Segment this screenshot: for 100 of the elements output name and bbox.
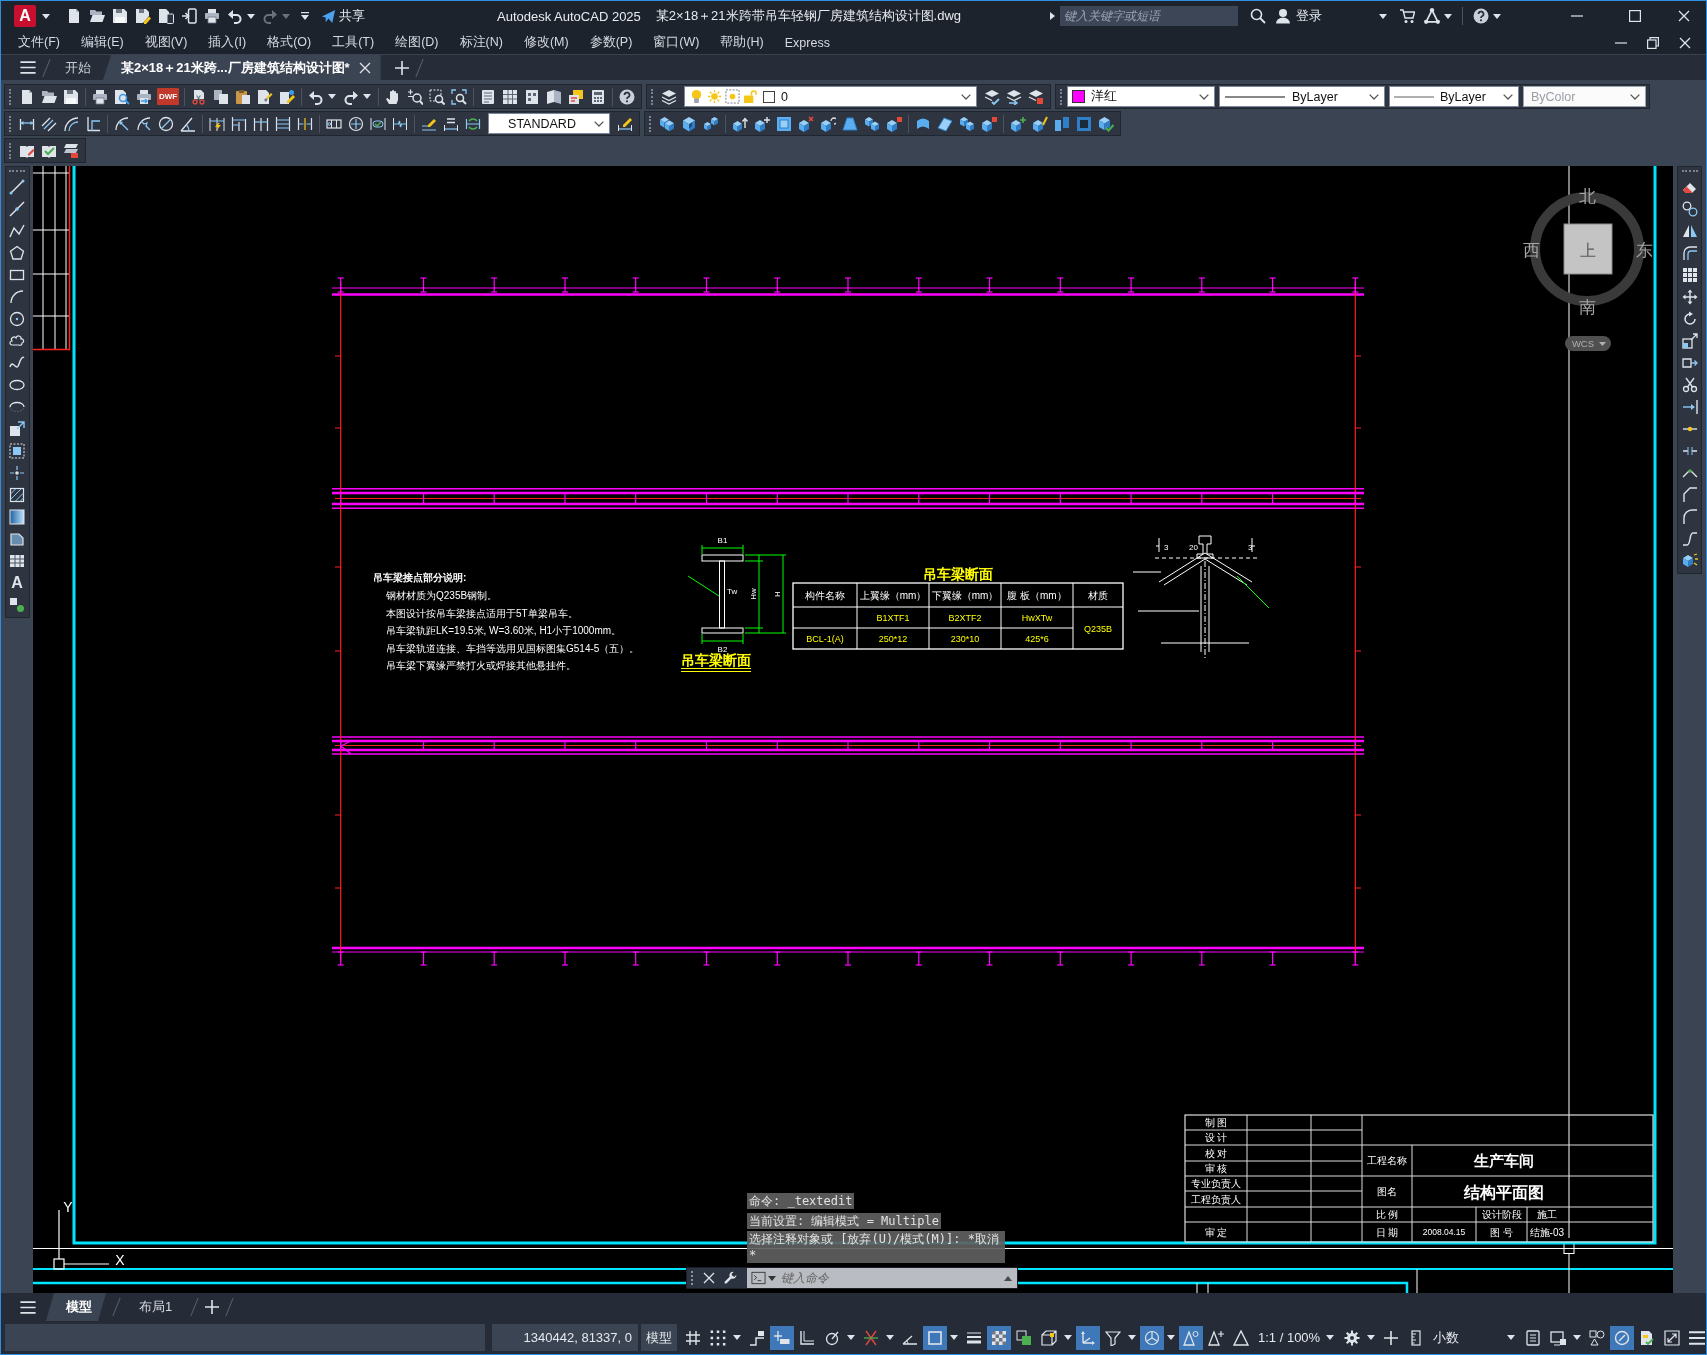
baseline-dimension-icon[interactable] — [231, 115, 247, 132]
circular-arrow-icon[interactable] — [1681, 311, 1698, 327]
toolbar-grip[interactable] — [691, 1271, 694, 1285]
share-button[interactable]: 共享 — [321, 7, 365, 25]
construction-line-icon[interactable] — [9, 201, 25, 217]
command-prompt-icon[interactable] — [751, 1271, 766, 1285]
split-blocks-icon[interactable] — [1054, 115, 1070, 132]
linetype-dropdown[interactable]: ByLayer — [1219, 86, 1385, 107]
annotation-scale-dropdown[interactable]: 1:1 / 100% — [1253, 1325, 1340, 1350]
cloud-icon[interactable] — [9, 333, 25, 349]
connected-nodes-icon[interactable] — [1424, 8, 1440, 24]
brush-document-icon[interactable] — [257, 88, 273, 105]
notched-cube-icon[interactable] — [681, 115, 697, 132]
stacked-cubes-icon[interactable] — [864, 115, 880, 132]
four-arrows-icon[interactable] — [1681, 289, 1698, 305]
phone-arrow-icon[interactable] — [180, 8, 197, 24]
plus-icon[interactable] — [205, 1300, 220, 1314]
search-field[interactable]: 键入关键字或短语 — [1060, 6, 1238, 26]
caret-icon[interactable] — [1167, 1335, 1175, 1340]
document-phone-icon[interactable] — [157, 8, 174, 24]
dynamic-input-toggle[interactable] — [769, 1325, 794, 1350]
spline-curve-icon[interactable] — [9, 355, 25, 371]
undo-icon[interactable] — [308, 88, 324, 105]
color-dropdown[interactable]: 洋红 — [1067, 86, 1215, 107]
stacked-cubes-icon[interactable] — [959, 115, 975, 132]
caret-icon[interactable] — [328, 94, 336, 99]
cube-cross-icon[interactable] — [798, 115, 814, 132]
app-menu-button[interactable]: A — [14, 5, 36, 27]
search-icon[interactable] — [1250, 8, 1266, 24]
caret-icon[interactable] — [1379, 13, 1387, 19]
caret-icon[interactable] — [1367, 1335, 1376, 1340]
pentagon-icon[interactable] — [9, 245, 25, 261]
markup-icon[interactable] — [568, 88, 584, 105]
dimension-style-dropdown[interactable]: STANDARD — [488, 113, 610, 134]
maximize-icon[interactable] — [1629, 10, 1641, 22]
caret-icon[interactable] — [733, 1335, 741, 1340]
stretch-icon[interactable] — [1681, 355, 1698, 371]
caret-icon[interactable] — [1050, 12, 1055, 20]
caret-icon[interactable] — [847, 1335, 855, 1340]
cube-plus-icon[interactable] — [754, 115, 770, 132]
center-mark-icon[interactable] — [348, 115, 364, 132]
printer-icon[interactable] — [203, 8, 220, 24]
compass-label[interactable]: 南 — [1578, 298, 1596, 317]
tilted-face-icon[interactable] — [937, 115, 953, 132]
nested-squares-icon[interactable] — [776, 115, 792, 132]
region-icon[interactable] — [9, 531, 25, 547]
document-icon[interactable] — [19, 88, 35, 105]
line-to-wall-icon[interactable] — [1681, 399, 1698, 415]
scissors-document-icon[interactable] — [191, 88, 207, 105]
toolbar-grip[interactable] — [9, 88, 12, 105]
layers-document-icon[interactable] — [1028, 88, 1044, 105]
arc-dimension-icon[interactable] — [63, 115, 79, 132]
close-icon[interactable] — [1679, 36, 1691, 49]
compass-label[interactable]: 西 — [1522, 241, 1540, 260]
resize-squares-icon[interactable] — [1681, 333, 1698, 349]
toolbar-grip[interactable] — [649, 115, 652, 132]
printer-arrow-icon[interactable] — [136, 88, 152, 105]
floppy-pencil-icon[interactable] — [134, 8, 151, 24]
polyline-icon[interactable] — [9, 223, 25, 239]
lineweight-dropdown[interactable]: ByLayer — [1389, 86, 1519, 107]
document-pencil-icon[interactable] — [279, 88, 295, 105]
menu-icon[interactable] — [20, 1300, 36, 1314]
close-icon[interactable] — [358, 61, 371, 74]
menu-item[interactable]: 参数(P) — [589, 34, 633, 51]
two-circles-icon[interactable] — [1681, 201, 1698, 217]
compass-label[interactable]: 北 — [1578, 187, 1596, 206]
table-icon[interactable] — [9, 553, 25, 569]
printer-icon[interactable] — [92, 88, 108, 105]
cube-brush-icon[interactable] — [1032, 115, 1048, 132]
menu-item[interactable]: 编辑(E) — [80, 34, 124, 51]
folder-icon[interactable] — [88, 8, 105, 24]
layout-tab[interactable]: 模型 — [46, 1293, 106, 1321]
cube-check-icon[interactable] — [1098, 115, 1114, 132]
menu-item[interactable]: Express — [784, 35, 830, 50]
parallel-curves-icon[interactable] — [1681, 245, 1698, 261]
mirrored-triangles-icon[interactable] — [1681, 223, 1698, 239]
close-icon[interactable] — [1678, 10, 1690, 22]
trapezoid-icon[interactable] — [842, 115, 858, 132]
properties-panel-icon[interactable] — [480, 88, 496, 105]
split-dimension-icon[interactable] — [297, 115, 313, 132]
menu-item[interactable]: 窗口(W) — [653, 34, 700, 51]
angle-icon[interactable] — [180, 115, 196, 132]
menu-item[interactable]: 视图(V) — [144, 34, 188, 51]
caret-icon[interactable] — [950, 1335, 958, 1340]
annotation-visibility-toggle[interactable] — [1178, 1325, 1203, 1350]
dwf-button[interactable]: DWF — [157, 88, 179, 105]
menu-item[interactable]: 标注(N) — [459, 34, 503, 51]
square-grid-icon[interactable] — [1681, 267, 1698, 283]
zoom-window-icon[interactable] — [429, 88, 445, 105]
exploding-cube-icon[interactable] — [1681, 553, 1698, 569]
file-tab[interactable]: 某2×18＋21米跨...厂房建筑结构设计图* — [103, 55, 381, 80]
point-icon[interactable] — [9, 465, 25, 481]
toolbar-grip[interactable] — [651, 88, 654, 105]
layers-check-icon[interactable] — [984, 88, 1000, 105]
text-tool-button[interactable]: A — [9, 575, 25, 591]
object-snap-toggle[interactable] — [922, 1325, 947, 1350]
page-magnifier-icon[interactable] — [114, 88, 130, 105]
caret-icon[interactable] — [1128, 1335, 1136, 1340]
dashed-block-icon[interactable] — [9, 443, 25, 459]
overlapping-cubes-icon[interactable] — [659, 115, 675, 132]
